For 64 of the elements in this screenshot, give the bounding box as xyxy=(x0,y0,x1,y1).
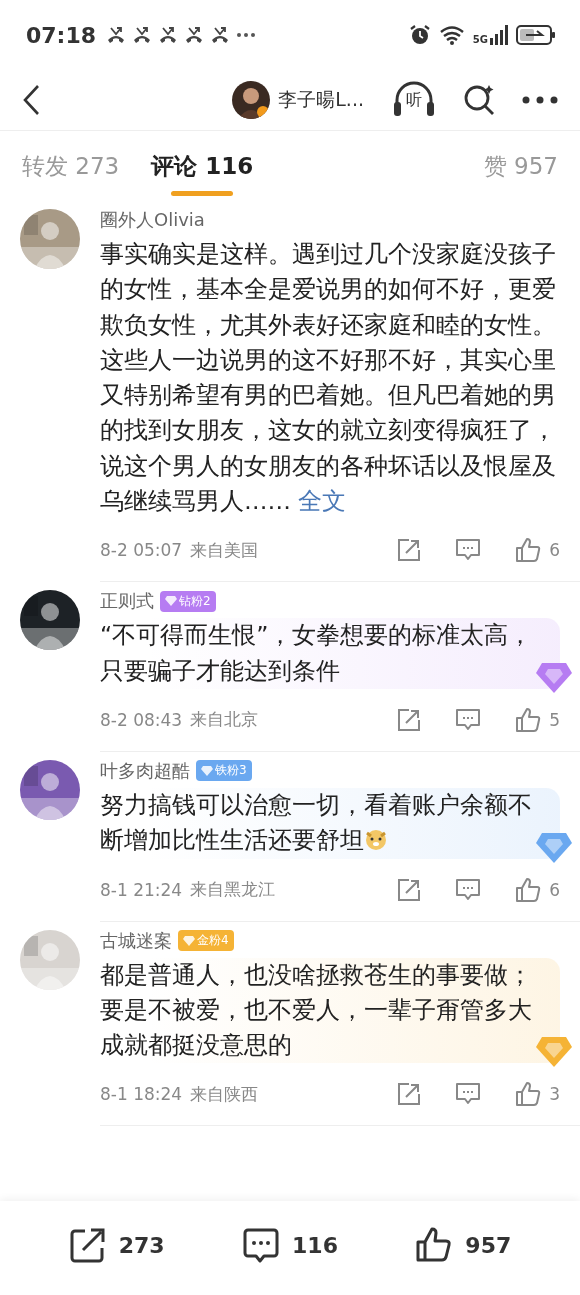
fan-badge: 铁粉3 xyxy=(196,760,252,782)
tab-indicator xyxy=(171,190,234,196)
like-button[interactable]: 957 xyxy=(409,1225,518,1265)
user-name[interactable]: 古城迷案 xyxy=(100,928,172,953)
like-count: 6 xyxy=(549,879,560,900)
full-text-link[interactable]: 全文 xyxy=(298,487,347,516)
battery-icon xyxy=(516,25,556,45)
like-count: 5 xyxy=(549,709,560,730)
missed-call-icon xyxy=(210,26,231,44)
like-count: 3 xyxy=(549,1084,560,1105)
comment-time: 8-1 18:24 xyxy=(100,1084,183,1105)
repost-button[interactable]: 273 xyxy=(62,1225,171,1265)
comment-text: 都是普通人，也没啥拯救苍生的事要做；要是不被爱，也不爱人，一辈子甭管多大成就都挺没意思的 xyxy=(100,959,533,1062)
missed-call-icon xyxy=(184,26,205,44)
missed-call-icon xyxy=(106,26,127,44)
comment-icon xyxy=(242,1226,280,1264)
comment-time: 8-2 05:07 xyxy=(100,540,183,561)
tab[interactable]: 评论 116 xyxy=(151,142,254,190)
back-icon[interactable] xyxy=(22,84,42,116)
comment-time: 8-1 21:24 xyxy=(100,879,183,900)
comment-location: 来自北京 xyxy=(190,708,259,732)
comment-text: 事实确实是这样。遇到过几个没家庭没孩子的女性，基本全是爱说男的如何不好，更爱欺负女性，尤其外表好还家庭和睦的女性。这些人一边说男的这不好那不好，其实心里又特别希望有男的巴着她。但凡巴着她的男的找到女朋友，这女的就立刻变得疯狂了，说这个男人的女朋友的各种坏话以及恨屋及乌继续骂男人…… 全文 xyxy=(100,239,556,518)
status-time: 07:18 xyxy=(26,22,97,48)
gem-icon xyxy=(165,596,177,607)
share-icon xyxy=(68,1226,107,1264)
share-icon[interactable] xyxy=(397,1082,422,1107)
alarm-icon xyxy=(408,24,431,46)
comment-location: 来自陕西 xyxy=(190,1082,259,1106)
comment-icon[interactable] xyxy=(455,877,482,902)
author-name[interactable]: 李子暘L... xyxy=(278,87,364,113)
comment-time: 8-2 08:43 xyxy=(100,709,183,730)
user-name[interactable]: 正则式 xyxy=(100,589,154,614)
user-name[interactable]: 圈外人Olivia xyxy=(100,208,205,232)
user-name[interactable]: 叶多肉超酷 xyxy=(100,758,190,783)
network-type: 5G xyxy=(472,34,488,45)
fan-badge: 钻粉2 xyxy=(160,590,216,612)
comment-location: 来自黑龙江 xyxy=(190,878,276,902)
comment-text: “不可得而生恨”，女拳想要的标准太高，只要骗子才能达到条件 xyxy=(100,620,534,687)
like-count: 6 xyxy=(549,540,560,561)
comment-icon[interactable] xyxy=(455,707,482,732)
listen-button[interactable]: 听 xyxy=(392,80,436,120)
thumbs-up-icon[interactable] xyxy=(515,876,542,903)
share-icon[interactable] xyxy=(397,538,422,563)
wifi-icon xyxy=(438,25,465,45)
more-icon[interactable] xyxy=(522,96,558,104)
missed-call-icon xyxy=(132,26,153,44)
gem-icon xyxy=(183,935,195,946)
share-icon[interactable] xyxy=(397,707,422,732)
fan-badge: 金粉4 xyxy=(178,930,234,952)
signal-icon xyxy=(490,25,508,45)
thumbs-up-icon xyxy=(415,1226,454,1264)
thumbs-up-icon[interactable] xyxy=(515,537,542,564)
comment-icon[interactable] xyxy=(455,538,482,563)
comment-location: 来自美国 xyxy=(190,538,259,562)
search-icon[interactable] xyxy=(462,83,496,117)
thumbs-up-icon[interactable] xyxy=(515,706,542,733)
thumbs-up-icon[interactable] xyxy=(515,1081,542,1108)
gem-icon xyxy=(201,765,213,776)
comment-icon[interactable] xyxy=(455,1082,482,1107)
comment-text: 努力搞钱可以治愈一切，看着账户余额不断增加比性生活还要舒坦 xyxy=(100,789,533,857)
more-icon xyxy=(236,32,257,38)
missed-call-icon xyxy=(158,26,179,44)
comment-button[interactable]: 116 xyxy=(236,1225,344,1265)
share-icon[interactable] xyxy=(397,877,422,902)
